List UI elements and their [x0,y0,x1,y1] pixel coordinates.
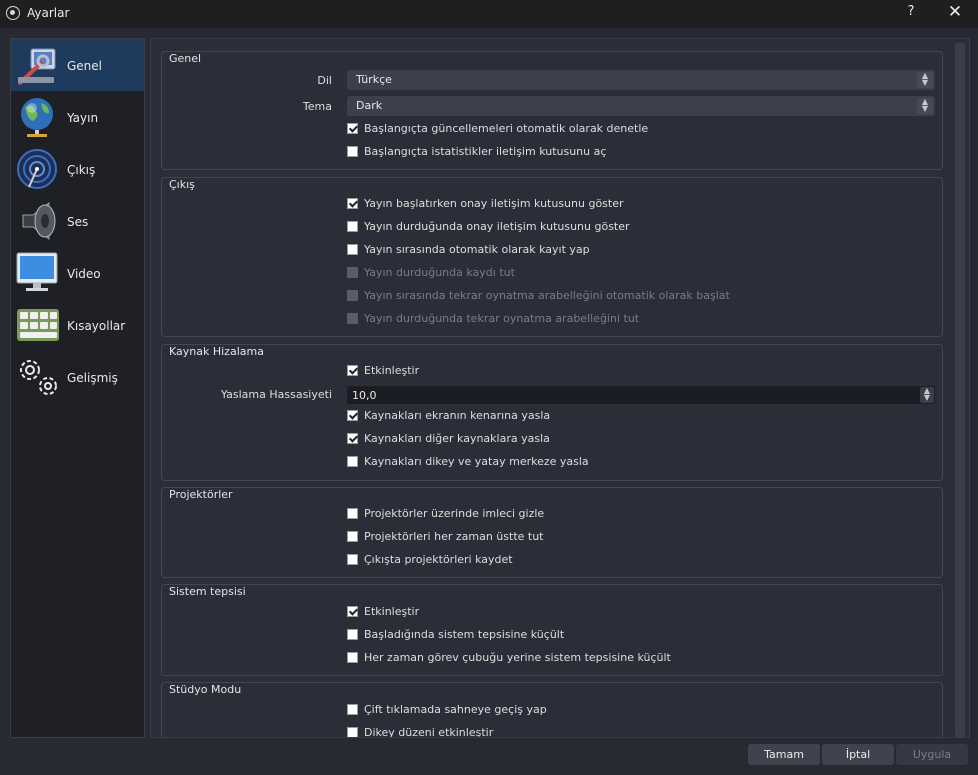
sidebar-item-kisayollar[interactable]: Kısayollar [11,299,144,351]
checkbox-box [347,146,358,157]
sidebar-item-cikis[interactable]: Çıkış [11,143,144,195]
vertical-scrollbar[interactable] [953,39,969,737]
checkbox-box [347,727,358,737]
snapping-group: Kaynak Hizalama Etkinleştir Yaslama Hass… [161,344,943,481]
checkbox-box [347,267,358,278]
group-title: Sistem tepsisi [169,585,246,598]
sidebar-item-label: Çıkış [67,163,96,177]
checkbox-label: Yayın durduğunda kaydı tut [364,266,515,279]
checkbox-box [347,290,358,301]
sidebar-item-genel[interactable]: Genel [11,39,144,91]
system-tray-group: Sistem tepsisi Etkinleştir Başladığında … [161,584,943,676]
group-title: Kaynak Hizalama [169,345,264,358]
sidebar-item-label: Ses [67,215,89,229]
sidebar-item-yayin[interactable]: Yayın [11,91,144,143]
spin-arrows-icon[interactable]: ▲ ▼ [920,387,934,403]
checkbox-label: Dikey düzeni etkinleştir [364,726,494,738]
broadcast-icon [17,149,57,189]
keyboard-icon [17,309,59,341]
window-title: Ayarlar [27,6,70,20]
updown-arrows-icon: ▲ ▼ [917,98,933,114]
help-button[interactable]: ? [904,4,918,19]
checkbox-box [347,531,358,542]
settings-panel: Genel Dil Türkçe ▲ ▼ Tema Dark ▲ ▼ Başlang… [150,38,970,738]
ok-button[interactable]: Tamam [748,744,820,765]
checkbox-label: Çıkışta projektörleri kaydet [364,553,513,566]
group-title: Stüdyo Modu [169,683,242,696]
checkbox-label: Yayın durduğunda onay iletişim kutusunu … [364,220,630,233]
checkbox-box [347,704,358,715]
checkbox-box [347,652,358,663]
checkbox-label: Etkinleştir [364,605,420,618]
sidebar-item-gelismis[interactable]: Gelişmiş [11,351,144,403]
monitor-icon [16,252,58,291]
checkbox-box [347,456,358,467]
checkbox-box [347,244,358,255]
language-select[interactable]: Türkçe ▲ ▼ [347,70,935,90]
theme-select-value: Dark [356,99,383,112]
snap-sensitivity-spinbox: ▲▼ [347,386,935,404]
checkbox-box [347,365,358,376]
speaker-icon [22,202,56,240]
checkbox-label: Etkinleştir [364,364,420,377]
checkbox-label: Projektörleri her zaman üstte tut [364,530,544,543]
scrollbar-thumb[interactable] [955,43,965,737]
title-bar: Ayarlar ? ✕ [0,0,978,28]
checkbox-label: Yayın başlatırken onay iletişim kutusunu… [364,197,624,210]
sidebar-item-ses[interactable]: Ses [11,195,144,247]
language-select-value: Türkçe [356,73,392,86]
checkbox-box [347,410,358,421]
sidebar-item-label: Gelişmiş [67,371,118,385]
checkbox-label: Çift tıklamada sahneye geçiş yap [364,703,547,716]
checkbox-label: Başlangıçta istatistikler iletişim kutus… [364,145,607,158]
genel-group: Genel Dil Türkçe ▲ ▼ Tema Dark ▲ ▼ Başlang… [161,51,943,170]
obs-logo-icon [6,6,20,20]
sidebar-item-label: Yayın [67,111,99,125]
checkbox-box [347,554,358,565]
sidebar-item-label: Kısayollar [67,319,126,333]
checkbox-label: Başladığında sistem tepsisine küçült [364,628,565,641]
close-button[interactable]: ✕ [947,2,963,22]
updown-arrows-icon: ▲ ▼ [917,72,933,88]
checkbox-label: Projektörler üzerinde imleci gizle [364,507,545,520]
checkbox-label: Yayın sırasında tekrar oynatma arabelleğ… [364,289,730,302]
theme-label: Tema [302,100,332,113]
checkbox-label: Yayın sırasında otomatik olarak kayıt ya… [364,243,590,256]
checkbox-box [347,629,358,640]
studio-mode-group: Stüdyo Modu Çift tıklamada sahneye geçiş… [161,682,943,738]
globe-icon [21,98,53,137]
checkbox-box [347,433,358,444]
settings-sidebar: Genel Yayın Çıkış Ses Video Kısayollar G… [10,38,145,738]
checkbox-box [347,123,358,134]
checkbox-box [347,606,358,617]
checkbox-box [347,313,358,324]
projectors-group: Projektörler Projektörler üzerinde imlec… [161,487,943,578]
theme-select[interactable]: Dark ▲ ▼ [347,96,935,116]
checkbox-label: Kaynakları dikey ve yatay merkeze yasla [364,455,589,468]
sidebar-item-video[interactable]: Video [11,247,144,299]
checkbox-box [347,221,358,232]
sidebar-item-label: Video [67,267,101,281]
group-title: Çıkış [169,178,195,191]
checkbox-label: Her zaman görev çubuğu yerine sistem tep… [364,651,671,664]
cikis-group: Çıkış Yayın başlatırken onay iletişim ku… [161,177,943,337]
checkbox-box [347,508,358,519]
language-label: Dil [317,74,332,87]
apply-button[interactable]: Uygula [896,744,968,765]
snap-sensitivity-input[interactable] [347,386,917,404]
sidebar-item-label: Genel [67,59,103,73]
checkbox-label: Kaynakları diğer kaynaklara yasla [364,432,550,445]
checkbox-label: Kaynakları ekranın kenarına yasla [364,409,551,422]
gears-icon [20,360,57,395]
cancel-button[interactable]: İptal [822,744,894,765]
wrench-icon [18,48,56,85]
checkbox-label: Yayın durduğunda tekrar oynatma arabelle… [364,312,640,325]
group-title: Projektörler [169,488,233,501]
checkbox-box [347,198,358,209]
group-title: Genel [169,52,202,65]
checkbox-label: Başlangıçta güncellemeleri otomatik olar… [364,122,649,135]
snap-sensitivity-label: Yaslama Hassasiyeti [220,388,332,401]
